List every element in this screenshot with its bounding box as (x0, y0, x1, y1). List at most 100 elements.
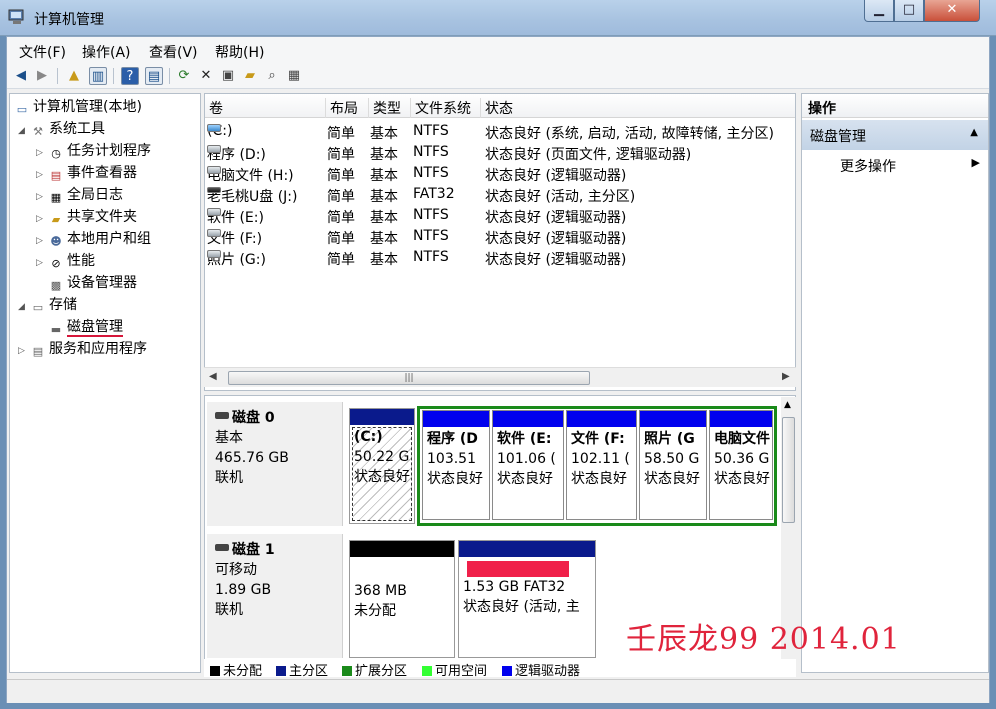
volume-row[interactable]: 电脑文件 (H:) 简单 基本 NTFS 状态良好 (逻辑驱动器) (205, 164, 795, 185)
tree-shared-folders[interactable]: ▷ ▰ 共享文件夹 (36, 207, 137, 227)
unallocated-space[interactable]: 368 MB 未分配 (349, 540, 455, 658)
tree-event-viewer[interactable]: ▷ ▤ 事件查看器 (36, 163, 137, 183)
layout-cell: 简单 (327, 189, 355, 205)
horizontal-scrollbar[interactable]: ◀ ||| ▶ (204, 367, 796, 387)
tree-global-log[interactable]: ▷ ▦ 全局日志 (36, 185, 123, 205)
menu-view[interactable]: 查看(V) (149, 42, 198, 62)
type-cell: 基本 (370, 252, 398, 268)
volume-row[interactable]: 照片 (G:) 简单 基本 NTFS 状态良好 (逻辑驱动器) (205, 248, 795, 269)
open-folder-icon[interactable]: ▰ (241, 67, 259, 85)
volume-list-header: 卷 布局 类型 文件系统 状态 (205, 94, 795, 118)
column-layout[interactable]: 布局 (325, 98, 358, 118)
collapse-icon[interactable]: ◢ (18, 297, 30, 317)
logical-partition[interactable]: 软件 (E: 101.06 (状态良好 (492, 410, 564, 520)
column-status[interactable]: 状态 (480, 98, 513, 118)
menu-help[interactable]: 帮助(H) (215, 42, 264, 62)
logical-partition[interactable]: 照片 (G 58.50 G 状态良好 (639, 410, 707, 520)
partition-label: 电脑文件 (714, 431, 770, 447)
column-filesystem[interactable]: 文件系统 (410, 98, 471, 118)
tree-device-manager[interactable]: ▩ 设备管理器 (48, 273, 137, 293)
collapse-icon[interactable]: ◢ (18, 121, 30, 141)
layout-cell: 简单 (327, 231, 355, 247)
disk0-info[interactable]: 磁盘 0 基本 465.76 GB 联机 (207, 402, 343, 526)
column-type[interactable]: 类型 (368, 98, 401, 118)
partition-label: 程序 (D (427, 431, 478, 447)
disk1-info[interactable]: 磁盘 1 可移动 1.89 GB 联机 (207, 534, 343, 658)
properties-icon[interactable]: ▣ (219, 67, 237, 85)
actions-section-disk-management[interactable]: 磁盘管理 ▲ (802, 120, 988, 150)
logical-drive-bar (640, 411, 706, 427)
layout-cell: 简单 (327, 147, 355, 163)
volume-icon (207, 145, 221, 153)
expand-icon[interactable]: ▷ (36, 187, 48, 207)
performance-icon: ⊘ (51, 257, 61, 270)
more-actions[interactable]: 更多操作 (840, 156, 896, 176)
search-icon[interactable]: ⌕ (263, 67, 281, 85)
disk-management-icon: ▬ (50, 323, 62, 336)
disk1-status: 联机 (215, 602, 243, 618)
minimize-button[interactable]: ▁ (864, 0, 894, 22)
scroll-thumb[interactable] (782, 417, 795, 523)
tree-storage[interactable]: ◢ ▭ 存储 (18, 295, 77, 315)
partition-j[interactable]: 1.53 GB FAT32 状态良好 (活动, 主 (458, 540, 596, 658)
type-cell: 基本 (370, 147, 398, 163)
toolbar-separator (57, 68, 58, 84)
close-button[interactable]: ✕ (924, 0, 980, 22)
actions-pane: 操作 磁盘管理 ▲ 更多操作 ▶ (801, 93, 989, 673)
scroll-up-icon[interactable]: ▲ (784, 400, 791, 410)
disk-icon[interactable]: ▦ (285, 67, 303, 85)
tree-performance[interactable]: ▷ ⊘ 性能 (36, 251, 95, 271)
tree-system-tools[interactable]: ◢ ⚒ 系统工具 (18, 119, 105, 139)
tree-root[interactable]: ▭ 计算机管理(本地) (14, 97, 142, 117)
status-cell: 状态良好 (逻辑驱动器) (485, 168, 627, 184)
expand-icon[interactable]: ▷ (36, 209, 48, 229)
column-volume[interactable]: 卷 (205, 98, 223, 118)
expand-icon[interactable]: ▷ (36, 165, 48, 185)
expand-icon[interactable]: ▷ (36, 143, 48, 163)
status-cell: 状态良好 (系统, 启动, 活动, 故障转储, 主分区) (485, 126, 774, 142)
expand-icon[interactable]: ▷ (36, 231, 48, 251)
logical-partition[interactable]: 文件 (F: 102.11 (状态良好 (566, 410, 637, 520)
logical-partition[interactable]: 电脑文件 50.36 G 状态良好 (709, 410, 773, 520)
delete-icon[interactable]: ✕ (197, 67, 215, 85)
show-tree-icon[interactable]: ▥ (89, 67, 107, 85)
forward-arrow-icon[interactable]: ▶ (33, 67, 51, 85)
expand-icon[interactable]: ▷ (36, 253, 48, 273)
legend-swatch (342, 666, 352, 676)
menu-file[interactable]: 文件(F) (19, 42, 66, 62)
menu-action[interactable]: 操作(A) (82, 42, 131, 62)
tree-storage-label: 存储 (49, 297, 77, 313)
tools-icon: ⚒ (33, 125, 43, 138)
volume-row[interactable]: 文件 (F:) 简单 基本 NTFS 状态良好 (逻辑驱动器) (205, 227, 795, 248)
partition-j-state: 状态良好 (活动, 主 (463, 599, 580, 615)
logical-partition[interactable]: 程序 (D 103.51 状态良好 (422, 410, 490, 520)
tree-local-users[interactable]: ▷ ☻ 本地用户和组 (36, 229, 151, 249)
volume-cell: 软件 (E:) (207, 207, 264, 227)
up-folder-icon[interactable]: ▲ (65, 67, 83, 85)
volume-row[interactable]: (C:) 简单基本 NTFS 状态良好 (系统, 启动, 活动, 故障转储, 主分区) (205, 122, 795, 143)
volume-row[interactable]: 程序 (D:) 简单 基本 NTFS 状态良好 (页面文件, 逻辑驱动器) (205, 143, 795, 164)
tree-task-scheduler[interactable]: ▷ ◷ 任务计划程序 (36, 141, 151, 161)
maximize-button[interactable]: □ (894, 0, 924, 22)
partition-size: 50.22 G (354, 449, 410, 465)
back-arrow-icon[interactable]: ◀ (12, 67, 30, 85)
help-icon[interactable]: ? (121, 67, 139, 85)
filesystem-cell: NTFS (413, 207, 449, 223)
refresh-icon[interactable]: ⟳ (175, 67, 193, 85)
redacted-label (467, 561, 569, 577)
volume-cell: 老毛桃U盘 (J:) (207, 186, 297, 206)
partition-state: 状态良好 (714, 471, 770, 487)
show-action-pane-icon[interactable]: ▤ (145, 67, 163, 85)
submenu-arrow-icon[interactable]: ▶ (972, 156, 980, 169)
scroll-thumb[interactable]: ||| (228, 371, 590, 385)
partition-c[interactable]: (C:) 50.22 G 状态良好 (349, 408, 415, 524)
expand-icon[interactable]: ▷ (18, 341, 30, 361)
volume-row[interactable]: 老毛桃U盘 (J:) 简单 基本 FAT32 状态良好 (活动, 主分区) (205, 185, 795, 206)
collapse-up-icon[interactable]: ▲ (970, 127, 978, 138)
tree-services-apps[interactable]: ▷ ▤ 服务和应用程序 (18, 339, 147, 359)
volume-row[interactable]: 软件 (E:) 简单 基本 NTFS 状态良好 (逻辑驱动器) (205, 206, 795, 227)
scroll-left-icon[interactable]: ◀ (209, 371, 217, 382)
partition-state: 状态良好 (571, 471, 627, 487)
scroll-right-icon[interactable]: ▶ (782, 371, 790, 382)
tree-disk-management[interactable]: ▬ 磁盘管理 (48, 317, 123, 337)
